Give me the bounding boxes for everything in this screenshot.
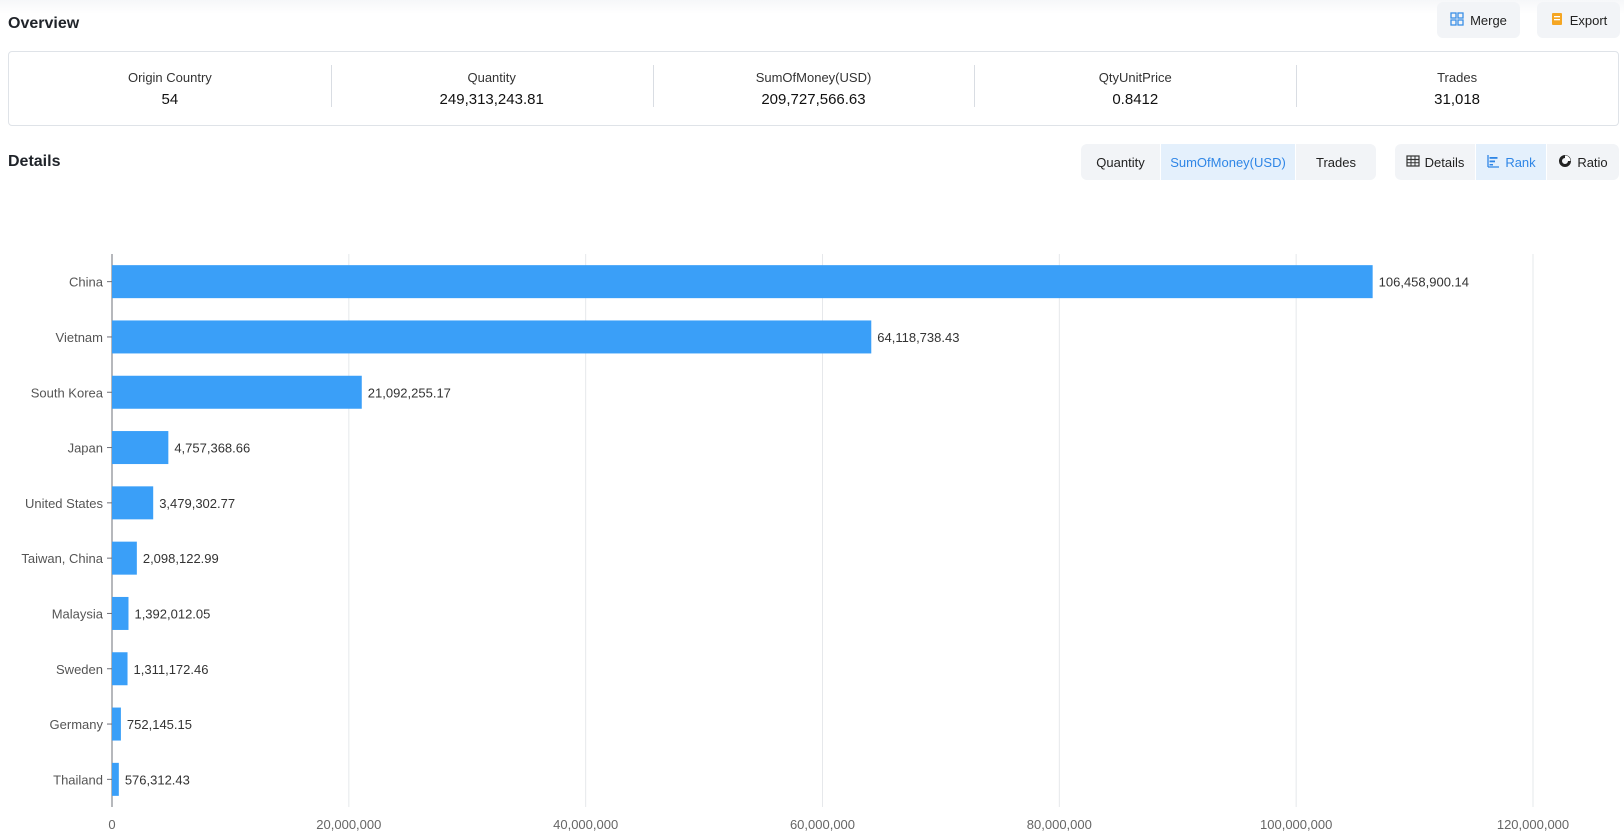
x-tick-label: 120,000,000: [1497, 817, 1569, 832]
x-tick-label: 60,000,000: [790, 817, 855, 832]
y-category-label: Taiwan, China: [21, 551, 103, 566]
y-category-label: United States: [25, 496, 104, 511]
bar: [112, 320, 872, 354]
y-category-label: Germany: [50, 717, 104, 732]
stat-quantity: Quantity 249,313,243.81: [330, 52, 653, 125]
bar: [112, 707, 121, 741]
bar-value-label: 752,145.15: [127, 717, 192, 732]
tab-sum-of-money[interactable]: SumOfMoney(USD): [1161, 144, 1296, 180]
merge-icon: [1450, 11, 1464, 29]
stat-label: QtyUnitPrice: [1098, 69, 1172, 85]
bar-value-label: 1,311,172.46: [134, 662, 209, 677]
tab-trades[interactable]: Trades: [1296, 144, 1376, 180]
bar: [112, 486, 154, 520]
overview-card: Origin Country 54 Quantity 249,313,243.8…: [8, 51, 1619, 126]
y-category-label: Vietnam: [56, 330, 103, 345]
x-tick-label: 20,000,000: [316, 817, 381, 832]
y-category-label: South Korea: [31, 385, 104, 400]
stat-origin-country: Origin Country 54: [9, 52, 331, 125]
metric-tabs: Quantity SumOfMoney(USD) Trades: [1081, 144, 1376, 180]
stat-value: 54: [161, 90, 179, 108]
bar: [112, 541, 137, 575]
x-tick-label: 0: [108, 817, 115, 832]
bar-rank-icon: [1486, 154, 1500, 171]
tab-rank[interactable]: Rank: [1476, 144, 1547, 180]
y-category-label: Thailand: [53, 772, 103, 787]
donut-icon: [1558, 154, 1572, 171]
bar-value-label: 21,092,255.17: [368, 385, 451, 400]
bar: [112, 652, 128, 686]
details-title: Details: [8, 153, 61, 170]
bar-value-label: 3,479,302.77: [159, 496, 235, 511]
y-category-label: China: [69, 275, 104, 290]
export-button[interactable]: Export: [1537, 2, 1620, 38]
bar-value-label: 106,458,900.14: [1379, 275, 1469, 290]
stat-value: 249,313,243.81: [439, 90, 544, 108]
stat-qty-unit-price: QtyUnitPrice 0.8412: [974, 52, 1296, 125]
stat-label: Origin Country: [127, 69, 212, 85]
x-tick-label: 100,000,000: [1260, 817, 1332, 832]
stat-value: 209,727,566.63: [761, 90, 866, 108]
top-shadow-bar: [0, 0, 1624, 48]
stat-trades: Trades 31,018: [1296, 52, 1618, 125]
tab-ratio[interactable]: Ratio: [1547, 144, 1619, 180]
stat-value: 0.8412: [1112, 90, 1159, 108]
bar: [112, 431, 169, 465]
view-tabs: Details Rank Ratio: [1395, 144, 1619, 180]
bar: [112, 375, 362, 409]
stat-label: SumOfMoney(USD): [755, 69, 872, 85]
stat-label: Quantity: [467, 69, 516, 85]
export-icon: [1550, 12, 1564, 29]
tab-quantity[interactable]: Quantity: [1081, 144, 1161, 180]
tab-details[interactable]: Details: [1395, 144, 1476, 180]
bar-value-label: 64,118,738.43: [877, 330, 959, 345]
bar-value-label: 2,098,122.99: [143, 551, 219, 566]
stat-label: Trades: [1437, 69, 1478, 85]
bar-value-label: 4,757,368.66: [174, 441, 250, 456]
stat-value: 31,018: [1434, 90, 1481, 108]
table-icon: [1406, 154, 1420, 171]
y-category-label: Malaysia: [52, 606, 104, 621]
stat-sum-of-money: SumOfMoney(USD) 209,727,566.63: [652, 52, 975, 125]
overview-title: Overview: [8, 15, 80, 32]
bar-value-label: 1,392,012.05: [134, 606, 210, 621]
merge-button[interactable]: Merge: [1437, 2, 1520, 38]
x-tick-label: 40,000,000: [553, 817, 618, 832]
rank-bar-chart: 0 20,000,000 40,000,000 60,000,000 80,000,00…: [21, 254, 1569, 832]
merge-label: Merge: [1470, 12, 1507, 28]
x-tick-label: 80,000,000: [1027, 817, 1092, 832]
tab-rank-label: Rank: [1505, 154, 1536, 170]
bar: [112, 596, 129, 630]
tab-details-label: Details: [1424, 154, 1465, 170]
bar: [112, 265, 1373, 299]
bar-value-label: 576,312.43: [125, 772, 190, 787]
bar: [112, 762, 119, 796]
tab-ratio-label: Ratio: [1577, 154, 1608, 170]
export-label: Export: [1569, 12, 1608, 28]
y-category-label: Sweden: [56, 662, 103, 677]
y-category-label: Japan: [68, 441, 103, 456]
